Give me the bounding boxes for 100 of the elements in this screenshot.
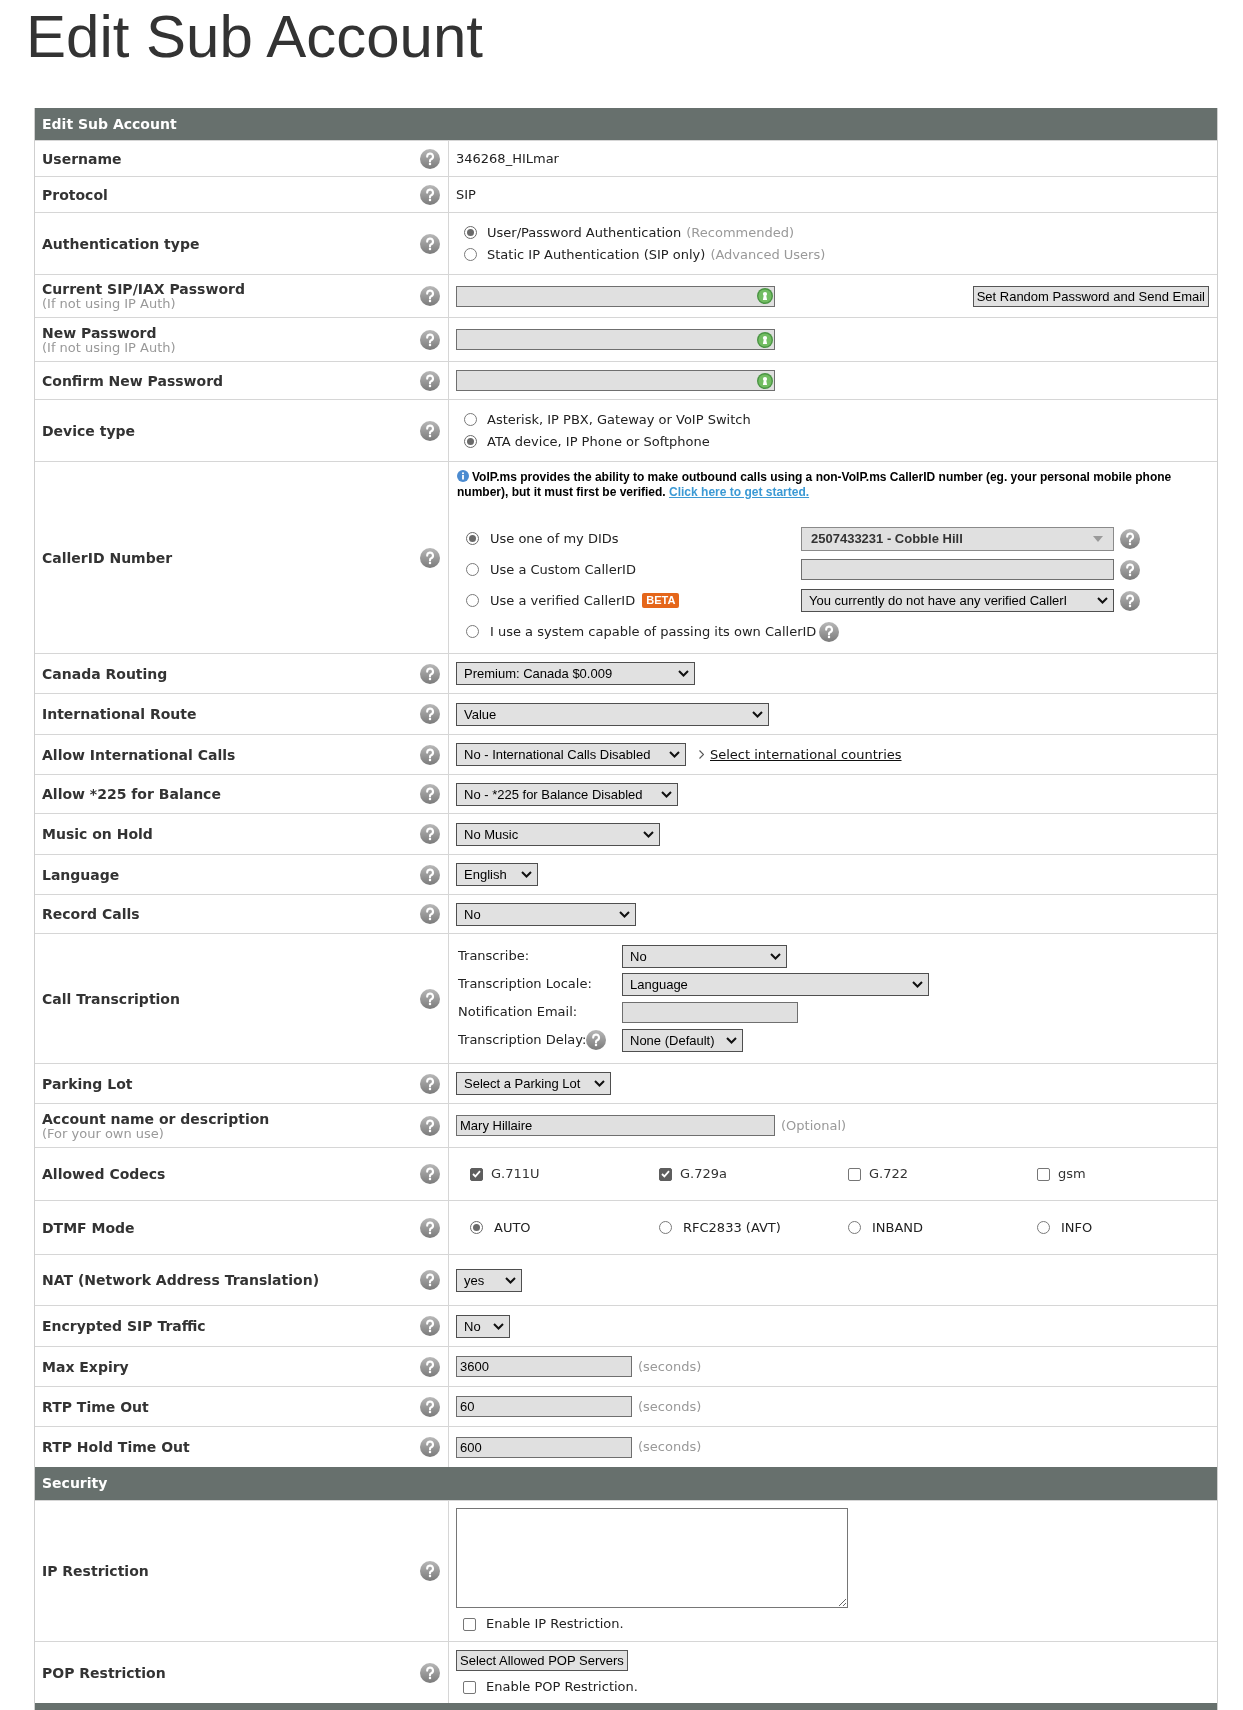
checkbox[interactable] xyxy=(463,1680,476,1694)
checkbox[interactable] xyxy=(659,1167,672,1181)
radio-button[interactable] xyxy=(464,248,477,261)
help-icon[interactable] xyxy=(420,1437,440,1457)
help-icon[interactable] xyxy=(420,184,440,205)
help-icon[interactable] xyxy=(420,904,440,924)
keyhole-icon[interactable] xyxy=(757,372,773,389)
dropdown[interactable]: Language xyxy=(622,972,929,996)
radio-button[interactable] xyxy=(466,532,479,545)
dropdown[interactable]: No xyxy=(456,902,636,926)
keyhole-icon[interactable] xyxy=(757,331,773,348)
text-field[interactable]: 60 xyxy=(456,1396,632,1417)
radio-button[interactable] xyxy=(464,435,477,448)
password-field[interactable] xyxy=(456,370,775,391)
radio-button[interactable] xyxy=(466,625,479,638)
help-icon[interactable] xyxy=(420,864,440,885)
checkbox[interactable] xyxy=(470,1167,483,1181)
help-icon[interactable] xyxy=(420,1270,440,1290)
field-label: Authentication type xyxy=(42,235,200,252)
radio-button[interactable] xyxy=(466,563,479,576)
field-label: Confirm New Password xyxy=(42,372,224,389)
countries-link[interactable]: Select international countries xyxy=(710,744,902,765)
dropdown[interactable]: You currently do not have any verified CallerI xyxy=(801,589,1114,612)
text-field[interactable]: 600 xyxy=(456,1436,632,1458)
field-label: Record Calls xyxy=(42,906,140,922)
radio-button[interactable] xyxy=(466,594,479,607)
ip-list-field[interactable] xyxy=(456,1508,848,1608)
help-icon[interactable] xyxy=(420,1662,440,1683)
dropdown[interactable]: None (Default) xyxy=(622,1028,743,1052)
help-icon[interactable] xyxy=(420,1073,440,1094)
field-label: Language xyxy=(42,866,120,883)
chevron-down-icon xyxy=(678,670,689,677)
dropdown[interactable]: English xyxy=(456,863,538,886)
did-dropdown[interactable]: 2507433231 - Cobble Hill xyxy=(801,526,1114,551)
dropdown[interactable]: Select a Parking Lot xyxy=(456,1072,611,1095)
chevron-down-icon xyxy=(661,790,672,798)
help-icon[interactable] xyxy=(420,1356,440,1377)
radio-button[interactable] xyxy=(659,1221,672,1234)
field-label: Protocol xyxy=(42,186,108,203)
help-icon[interactable] xyxy=(420,420,440,441)
help-icon[interactable] xyxy=(1120,528,1140,549)
dropdown[interactable]: No - *225 for Balance Disabled xyxy=(456,782,678,806)
radio-button[interactable] xyxy=(464,226,477,239)
field-label: Account name or description xyxy=(42,1110,270,1127)
chevron-down-icon xyxy=(521,871,532,878)
help-icon[interactable] xyxy=(420,824,440,844)
help-icon[interactable] xyxy=(420,233,440,254)
dropdown[interactable]: yes xyxy=(456,1268,522,1292)
checkbox[interactable] xyxy=(848,1167,861,1181)
field-label: RTP Time Out xyxy=(42,1398,149,1415)
help-icon[interactable] xyxy=(420,1164,440,1184)
text-field[interactable]: Mary Hillaire xyxy=(456,1115,775,1136)
radio-button[interactable] xyxy=(470,1221,483,1234)
help-icon[interactable] xyxy=(420,1316,440,1336)
dropdown[interactable]: Premium: Canada $0.009 xyxy=(456,662,695,685)
radio-button[interactable] xyxy=(848,1221,861,1234)
field-label: Encrypted SIP Traffic xyxy=(42,1318,206,1334)
help-icon[interactable] xyxy=(420,663,440,684)
field-label: Canada Routing xyxy=(42,665,168,682)
email-field[interactable] xyxy=(622,1001,798,1023)
help-icon[interactable] xyxy=(420,1396,440,1417)
option-note: (Recommended) xyxy=(686,223,795,242)
radio-button[interactable] xyxy=(1037,1221,1050,1234)
help-icon[interactable] xyxy=(819,621,840,642)
pop-servers-button[interactable]: Select Allowed POP Servers xyxy=(456,1650,628,1671)
help-icon[interactable] xyxy=(420,988,440,1009)
field-label: International Route xyxy=(42,706,197,722)
random-password-button[interactable]: Set Random Password and Send Email xyxy=(972,285,1209,307)
checkbox[interactable] xyxy=(1037,1167,1050,1181)
help-icon[interactable] xyxy=(420,1115,440,1136)
dropdown[interactable]: No xyxy=(622,944,787,968)
help-icon[interactable] xyxy=(420,704,440,724)
dropdown[interactable]: No xyxy=(456,1314,510,1338)
help-icon[interactable] xyxy=(420,784,440,804)
help-icon[interactable] xyxy=(420,286,440,306)
dropdown[interactable]: No Music xyxy=(456,822,660,846)
callerid-field[interactable] xyxy=(801,559,1114,580)
dropdown[interactable]: No - International Calls Disabled xyxy=(456,743,686,766)
help-icon[interactable] xyxy=(1120,590,1140,611)
field-label: Device type xyxy=(42,422,136,439)
text-field[interactable]: 3600 xyxy=(456,1356,632,1377)
help-icon[interactable] xyxy=(420,1217,440,1238)
option-label: Use one of my DIDs xyxy=(490,529,619,548)
password-field[interactable] xyxy=(456,329,775,350)
help-icon[interactable] xyxy=(420,547,440,568)
help-icon[interactable] xyxy=(1120,559,1140,580)
chevron-right-icon xyxy=(699,750,704,759)
help-icon[interactable] xyxy=(420,1561,440,1581)
checkbox[interactable] xyxy=(463,1617,476,1631)
radio-button[interactable] xyxy=(464,413,477,426)
help-icon[interactable] xyxy=(420,370,440,391)
keyhole-icon[interactable] xyxy=(757,288,773,304)
help-icon[interactable] xyxy=(420,329,440,350)
password-field[interactable] xyxy=(456,285,775,307)
option-label: Use a verified CallerID xyxy=(490,591,636,610)
help-icon[interactable] xyxy=(420,148,440,169)
help-icon[interactable] xyxy=(420,744,440,765)
help-icon[interactable] xyxy=(586,1030,607,1050)
checkbox-label: Enable POP Restriction. xyxy=(486,1678,638,1697)
dropdown[interactable]: Value xyxy=(456,702,769,726)
